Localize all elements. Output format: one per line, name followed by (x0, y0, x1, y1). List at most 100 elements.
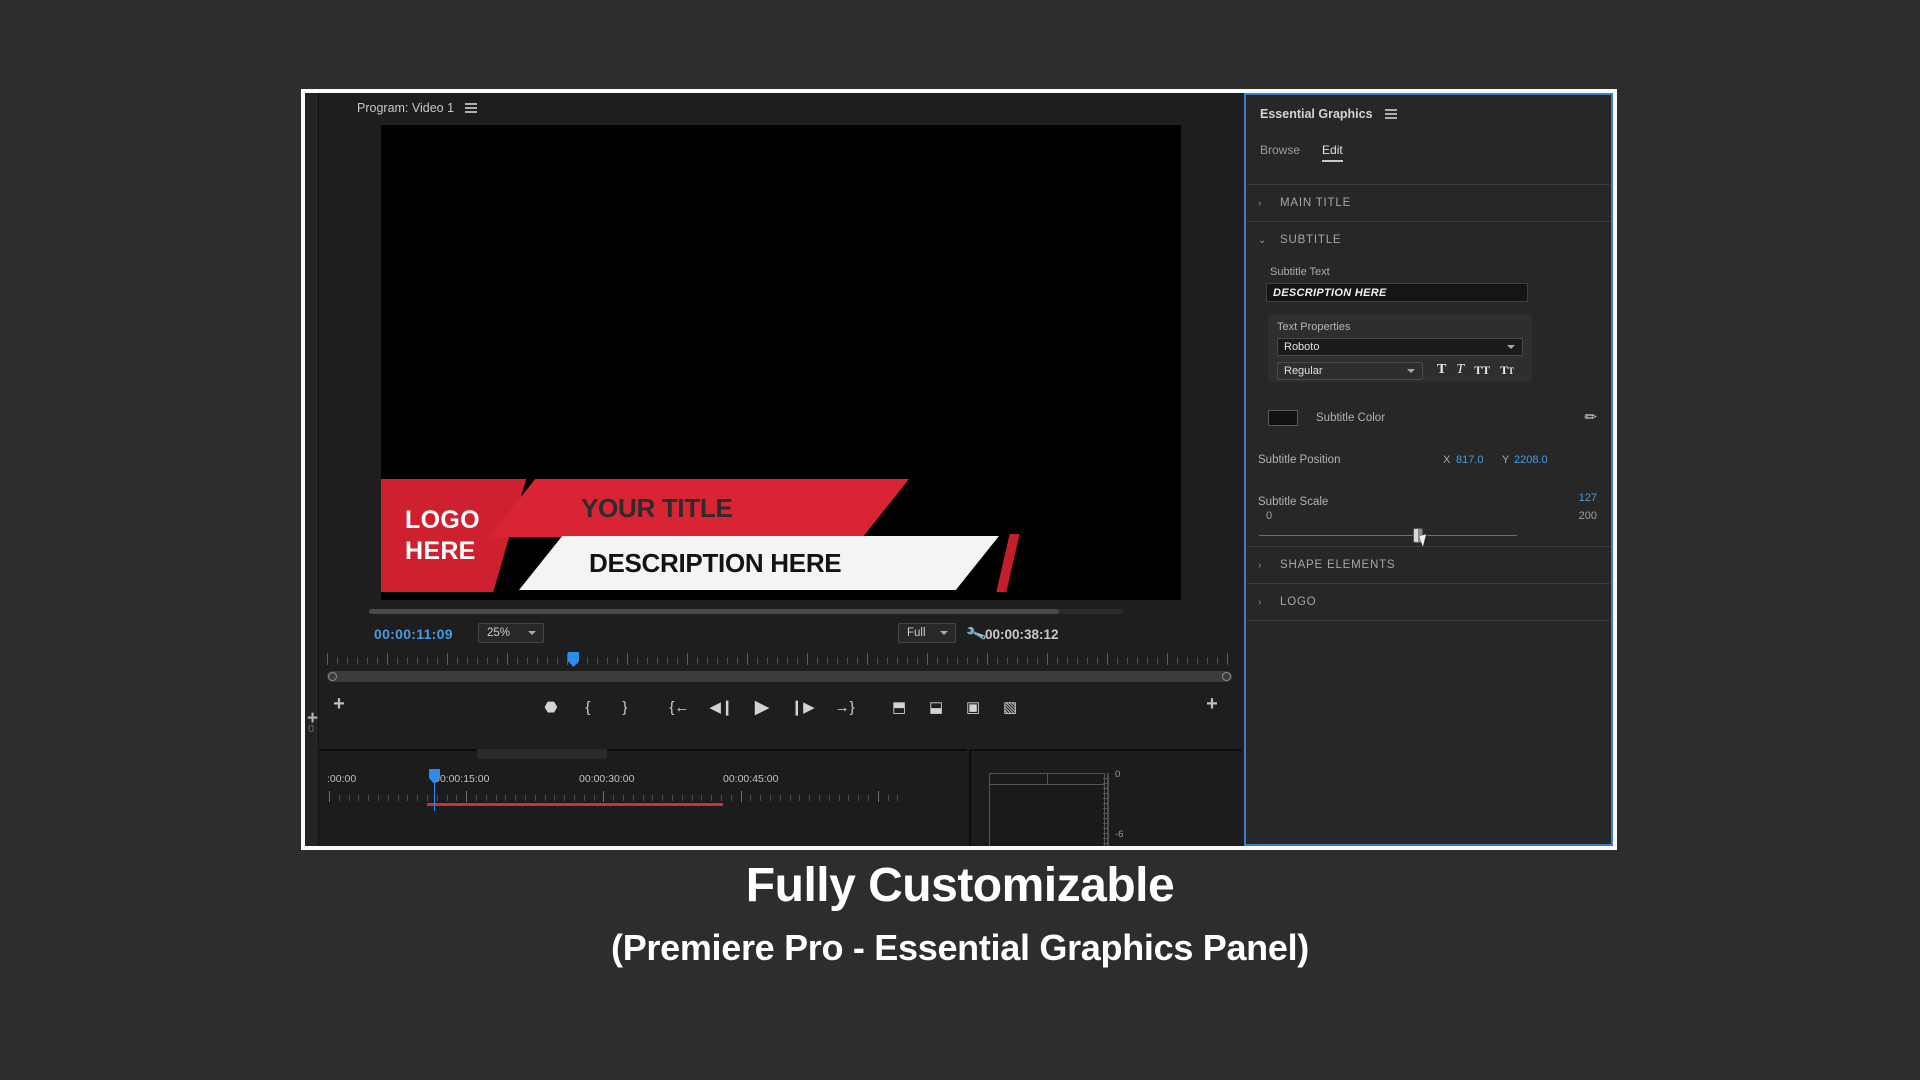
monitor-zoom-scrollbar[interactable] (327, 671, 1232, 682)
step-forward-button[interactable]: ❙▶ (791, 697, 815, 717)
chevron-down-icon: ⌄ (1258, 234, 1267, 246)
subtitle-text-value: DESCRIPTION HERE (1273, 286, 1387, 299)
timeline-tick (603, 791, 605, 802)
tab-edit[interactable]: Edit (1322, 143, 1343, 162)
timeline-tab-stub[interactable] (477, 749, 607, 759)
timeline-tick (485, 795, 487, 801)
section-logo[interactable]: › LOGO (1246, 584, 1611, 620)
all-caps-button[interactable]: TT (1474, 361, 1490, 380)
subtitle-scale-slider-track[interactable] (1259, 535, 1517, 536)
application-workspace: + 0 Program: Video 1 LOGO HERE YOUR TITL… (305, 93, 1613, 846)
button-editor-right[interactable]: + (1192, 687, 1232, 721)
timeline-tick (819, 795, 820, 801)
add-marker-button[interactable]: ⬣ (542, 697, 559, 717)
timeline-tick (378, 795, 379, 801)
play-stop-button[interactable]: ▶ (754, 697, 771, 718)
zoom-handle-left[interactable] (328, 672, 337, 681)
ruler-tick (527, 657, 528, 664)
ruler-tick (817, 657, 818, 664)
go-to-out-button[interactable]: →} (835, 697, 855, 717)
timeline-tick (574, 795, 575, 801)
timeline-tick (348, 795, 350, 801)
timeline-clip[interactable] (427, 803, 723, 806)
ruler-tick (447, 653, 448, 665)
section-subtitle[interactable]: ⌄ SUBTITLE (1246, 222, 1611, 258)
section-shape-elements-label: SHAPE ELEMENTS (1280, 559, 1396, 571)
essential-graphics-tabs: Browse Edit (1246, 121, 1611, 162)
monitor-scrollbar[interactable] (369, 609, 1059, 614)
format-buttons-group: T T TT TT (1437, 361, 1514, 380)
ruler-tick (1147, 657, 1148, 664)
position-y-value[interactable]: 2208.0 (1514, 454, 1548, 466)
timeline-tick (397, 795, 399, 801)
timeline-tick (877, 791, 879, 802)
extract-button[interactable]: ⬓ (928, 697, 945, 717)
timeline-tick (505, 795, 507, 801)
font-style-row: Regular T T TT TT (1277, 356, 1523, 380)
hamburger-icon[interactable] (1384, 109, 1397, 119)
timeline-tick (476, 795, 477, 801)
timeline-tick (838, 795, 840, 801)
duration-timecode[interactable]: 00:00:38:12 (985, 627, 1059, 642)
ruler-tick (897, 657, 898, 664)
font-style-select[interactable]: Regular (1277, 361, 1423, 380)
eyedropper-icon[interactable]: ✏ (1584, 408, 1597, 426)
current-timecode[interactable]: 00:00:11:09 (374, 626, 453, 642)
ruler-tick (397, 657, 398, 664)
italic-button[interactable]: T (1456, 361, 1464, 380)
mark-in-button[interactable]: { (579, 697, 596, 717)
ruler-tick (1027, 657, 1028, 664)
program-video-canvas[interactable]: LOGO HERE YOUR TITLE DESCRIPTION HERE (381, 125, 1181, 600)
small-caps-button[interactable]: TT (1500, 361, 1514, 380)
ruler-tick (1227, 653, 1228, 665)
ruler-tick (747, 653, 748, 665)
subtitle-color-swatch[interactable] (1268, 410, 1298, 426)
ruler-tick (457, 657, 458, 664)
export-frame-button[interactable]: ▣ (965, 697, 982, 717)
hamburger-icon[interactable] (465, 103, 478, 113)
ruler-tick (837, 657, 838, 664)
position-x-value[interactable]: 817.0 (1456, 454, 1484, 466)
audio-scale-tick (1103, 818, 1109, 819)
audio-scale-tick (1103, 798, 1109, 799)
step-back-button[interactable]: ◀❙ (709, 697, 733, 717)
audio-scale-tick (1103, 778, 1109, 779)
tab-browse[interactable]: Browse (1260, 143, 1300, 162)
mark-out-button[interactable]: } (616, 697, 633, 717)
ruler-tick (347, 657, 348, 664)
ruler-tick (907, 657, 908, 664)
subtitle-section-body: Subtitle Text DESCRIPTION HERE Text Prop… (1246, 266, 1611, 547)
bold-button[interactable]: T (1437, 361, 1446, 380)
audio-scale-tick (1103, 823, 1109, 824)
ruler-tick (787, 657, 788, 664)
subtitle-text-input[interactable]: DESCRIPTION HERE (1266, 283, 1528, 302)
audio-scale-tick (1103, 833, 1109, 834)
timeline-tick (593, 795, 595, 801)
font-family-select[interactable]: Roboto (1277, 338, 1523, 356)
timeline-tick (368, 795, 370, 801)
ruler-tick (957, 657, 958, 664)
lift-button[interactable]: ⬒ (891, 697, 908, 717)
section-main-title[interactable]: › MAIN TITLE (1246, 185, 1611, 221)
position-y-axis-label: Y (1502, 454, 1510, 466)
ruler-tick (697, 657, 698, 664)
audio-scale-tick (1103, 813, 1109, 814)
text-properties-card: Text Properties Roboto Regular T T TT TT (1268, 314, 1532, 382)
ruler-tick (327, 653, 328, 665)
program-playback-ruler[interactable] (319, 651, 1242, 685)
comparison-view-button[interactable]: ▧ (1002, 697, 1019, 717)
strip-zero-label: 0 (308, 723, 315, 735)
ruler-tick (927, 653, 928, 665)
timeline-tick (799, 795, 801, 801)
timeline-ruler[interactable]: :00:00 00:00:15:00 00:00:30:00 00:00:45:00 (319, 773, 967, 819)
ruler-tick (567, 653, 568, 665)
zoom-level-select[interactable]: 25% (478, 623, 544, 643)
ruler-tick (407, 657, 408, 664)
section-shape-elements[interactable]: › SHAPE ELEMENTS (1246, 547, 1611, 583)
go-to-in-button[interactable]: {← (669, 697, 689, 717)
zoom-handle-right[interactable] (1222, 672, 1231, 681)
timeline-panel[interactable]: :00:00 00:00:15:00 00:00:30:00 00:00:45:00 (319, 749, 967, 846)
playback-resolution-select[interactable]: Full (898, 623, 956, 643)
essential-graphics-panel: Essential Graphics Browse Edit › MAIN TI… (1244, 93, 1613, 846)
subtitle-scale-value[interactable]: 127 (1579, 492, 1597, 504)
